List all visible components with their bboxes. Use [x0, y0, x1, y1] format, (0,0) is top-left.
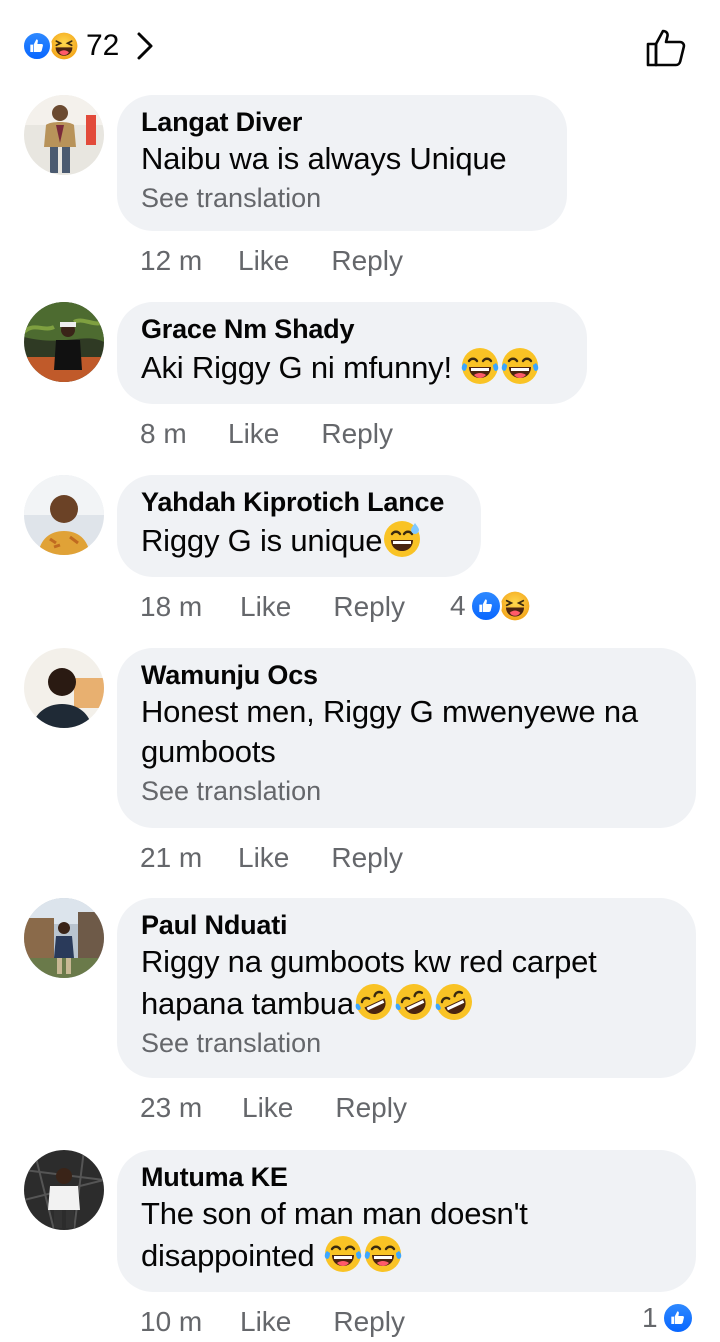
comment-bubble[interactable]: Wamunju Ocs Honest men, Riggy G mwenyewe…: [117, 648, 696, 828]
like-button[interactable]: Like: [242, 1092, 293, 1124]
comment-bubble[interactable]: Langat Diver Naibu wa is always Unique S…: [117, 95, 567, 231]
like-reaction-icon: [661, 1302, 694, 1334]
joy-emoji-icon: [323, 1234, 363, 1274]
commenter-name[interactable]: Mutuma KE: [141, 1160, 672, 1194]
comment-actions: 8 m Like Reply: [140, 414, 393, 454]
comment-text-line: Honest men, Riggy G mwenyewe na: [141, 694, 638, 729]
comment-text-content: Riggy G is unique: [141, 523, 383, 558]
reply-button[interactable]: Reply: [331, 842, 403, 874]
joy-emoji-icon: [500, 346, 540, 386]
comment-text-content: disappointed: [141, 1238, 323, 1273]
comment-bubble[interactable]: Mutuma KE The son of man man doesn't dis…: [117, 1150, 696, 1292]
reactions-header: 72: [0, 0, 720, 92]
reply-button[interactable]: Reply: [333, 591, 405, 623]
rofl-emoji-icon: [394, 982, 434, 1022]
comment-actions: 12 m Like Reply: [140, 241, 403, 281]
reaction-count: 72: [86, 29, 120, 62]
grinning-sweat-emoji-icon: [382, 519, 422, 559]
comment-bubble[interactable]: Yahdah Kiprotich Lance Riggy G is unique: [117, 475, 481, 577]
comment-time: 12 m: [140, 245, 203, 276]
comment-reaction-count: 4: [450, 590, 466, 621]
like-button[interactable]: Like: [228, 418, 279, 450]
comment-time: 8 m: [140, 418, 187, 449]
comment-text-line: hapana tambua: [141, 982, 672, 1024]
comment-text: Naibu wa is always Unique: [141, 141, 507, 176]
see-translation-link[interactable]: See translation: [141, 1024, 672, 1062]
comment-actions: 10 m Like Reply: [140, 1302, 405, 1342]
comment-text-line: gumboots: [141, 734, 276, 769]
comment-reactions[interactable]: 4: [450, 589, 532, 623]
reply-button[interactable]: Reply: [335, 1092, 407, 1124]
avatar[interactable]: [24, 898, 104, 978]
chevron-right-icon[interactable]: [135, 31, 155, 61]
commenter-name[interactable]: Grace Nm Shady: [141, 312, 563, 346]
haha-reaction-icon: [48, 30, 80, 62]
thumbs-up-outline-icon[interactable]: [645, 26, 689, 68]
avatar[interactable]: [24, 475, 104, 555]
comment-text-line: disappointed: [141, 1234, 672, 1276]
avatar[interactable]: [24, 95, 104, 175]
comment-time: 18 m: [140, 591, 203, 622]
comment-time: 21 m: [140, 842, 203, 873]
reaction-summary[interactable]: 72: [22, 28, 155, 64]
like-button[interactable]: Like: [238, 245, 289, 277]
comment-text: Riggy G is unique: [141, 519, 457, 561]
rofl-emoji-icon: [354, 982, 394, 1022]
see-translation-link[interactable]: See translation: [141, 772, 672, 810]
reply-button[interactable]: Reply: [331, 245, 403, 277]
reply-button[interactable]: Reply: [321, 418, 393, 450]
joy-emoji-icon: [363, 1234, 403, 1274]
haha-reaction-icon: [497, 589, 532, 623]
comment-time: 10 m: [140, 1306, 203, 1337]
comment-bubble[interactable]: Paul Nduati Riggy na gumboots kw red car…: [117, 898, 696, 1078]
like-reaction-icon: [22, 31, 52, 61]
comment-time: 23 m: [140, 1092, 203, 1123]
rofl-emoji-icon: [434, 982, 474, 1022]
comment-actions: 23 m Like Reply: [140, 1088, 407, 1128]
comment-reactions[interactable]: 1: [642, 1302, 694, 1334]
comment-text-content: Aki Riggy G ni mfunny!: [141, 350, 461, 385]
like-button[interactable]: Like: [240, 591, 291, 623]
comment-actions: 21 m Like Reply: [140, 838, 403, 878]
like-reaction-icon: [469, 590, 502, 622]
comment-text-content: hapana tambua: [141, 986, 354, 1021]
reply-button[interactable]: Reply: [333, 1306, 405, 1338]
comment-reaction-count: 1: [642, 1302, 658, 1333]
comment-text-line: Riggy na gumboots kw red carpet: [141, 944, 597, 979]
like-button[interactable]: Like: [238, 842, 289, 874]
see-translation-link[interactable]: See translation: [141, 179, 543, 217]
joy-emoji-icon: [460, 346, 500, 386]
comment-text: Aki Riggy G ni mfunny!: [141, 346, 563, 388]
comment-text-line: The son of man man doesn't: [141, 1196, 528, 1231]
commenter-name[interactable]: Langat Diver: [141, 105, 543, 139]
avatar[interactable]: [24, 648, 104, 728]
avatar[interactable]: [24, 1150, 104, 1230]
comment-actions: 18 m Like Reply: [140, 587, 405, 627]
commenter-name[interactable]: Paul Nduati: [141, 908, 672, 942]
commenter-name[interactable]: Yahdah Kiprotich Lance: [141, 485, 457, 519]
commenter-name[interactable]: Wamunju Ocs: [141, 658, 672, 692]
comment-bubble[interactable]: Grace Nm Shady Aki Riggy G ni mfunny!: [117, 302, 587, 404]
like-button[interactable]: Like: [240, 1306, 291, 1338]
avatar[interactable]: [24, 302, 104, 382]
